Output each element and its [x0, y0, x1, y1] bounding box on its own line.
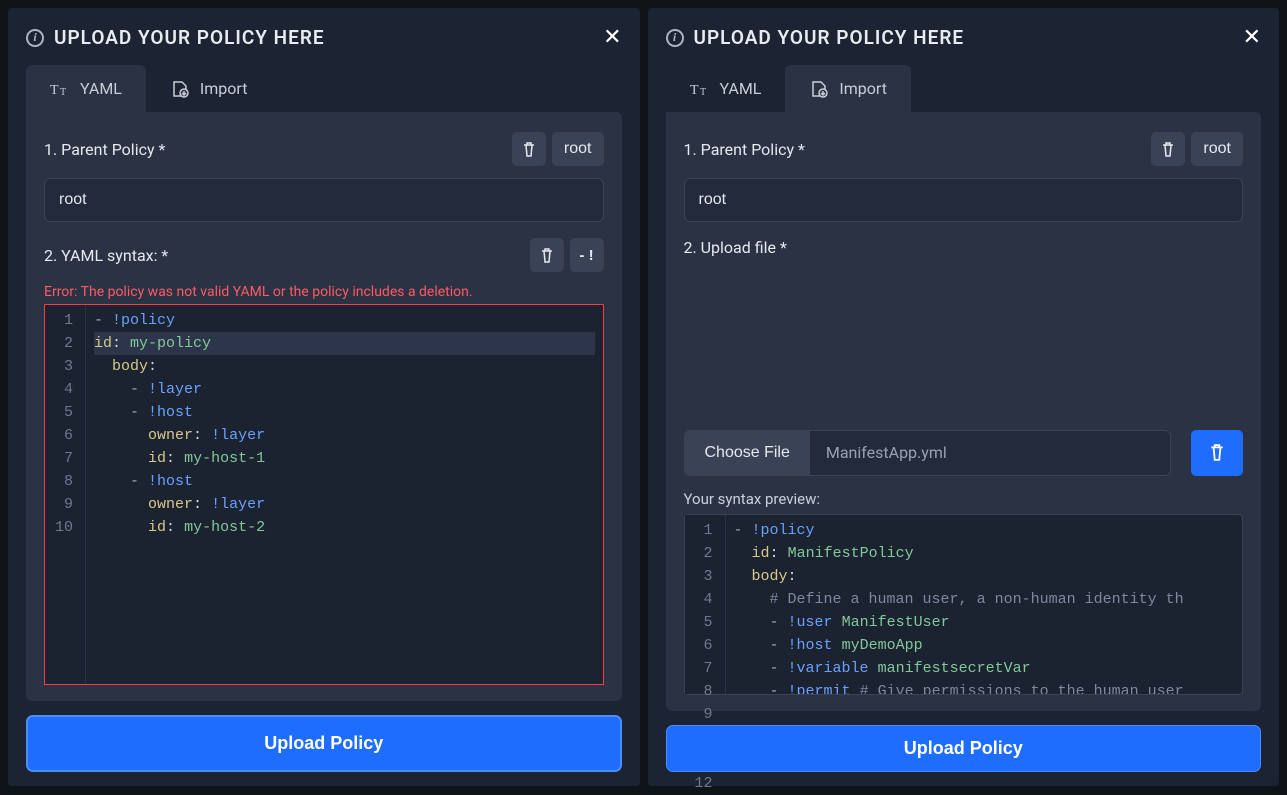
- trash-icon: [522, 142, 536, 157]
- yaml-editor[interactable]: 12345678910 - !policyid: my-policy body:…: [44, 304, 604, 685]
- upload-policy-button[interactable]: Upload Policy: [666, 725, 1262, 772]
- trash-icon: [1161, 142, 1175, 157]
- tab-content: 1. Parent Policy * root 2. YAML syntax: …: [26, 112, 622, 701]
- code-area[interactable]: - !policy id: ManifestPolicy body: # Def…: [726, 515, 1242, 695]
- tab-content: 1. Parent Policy * root 2. Upload file *…: [666, 112, 1262, 711]
- svg-text:T: T: [60, 87, 66, 97]
- text-format-icon: TT: [50, 81, 70, 97]
- tab-label: Import: [839, 79, 887, 98]
- chosen-file-name: ManifestApp.yml: [810, 431, 1170, 475]
- close-icon[interactable]: ✕: [603, 27, 621, 49]
- info-icon[interactable]: i: [666, 29, 684, 47]
- upload-file-row: Choose File ManifestApp.yml: [684, 430, 1244, 476]
- svg-text:T: T: [690, 83, 699, 97]
- line-gutter: 123456789101112: [685, 515, 726, 695]
- import-icon: [809, 80, 829, 98]
- parent-policy-row: 1. Parent Policy * root: [44, 132, 604, 166]
- parent-policy-input[interactable]: [684, 178, 1244, 222]
- trash-icon: [1209, 444, 1225, 461]
- yaml-syntax-label: 2. YAML syntax: *: [44, 246, 524, 265]
- line-gutter: 12345678910: [45, 305, 86, 684]
- tab-label: Import: [200, 79, 248, 98]
- tabs: TT YAML Import: [666, 65, 1262, 112]
- panel-import: i UPLOAD YOUR POLICY HERE ✕ TT YAML Impo…: [648, 8, 1280, 786]
- delete-file-button[interactable]: [1191, 430, 1243, 476]
- tab-label: YAML: [80, 79, 122, 98]
- error-message: Error: The policy was not valid YAML or …: [44, 284, 604, 300]
- parent-policy-label: 1. Parent Policy *: [684, 140, 1146, 159]
- panel-yaml: i UPLOAD YOUR POLICY HERE ✕ TT YAML Impo…: [8, 8, 640, 786]
- parent-policy-row: 1. Parent Policy * root: [684, 132, 1244, 166]
- tab-import[interactable]: Import: [146, 65, 272, 112]
- tab-label: YAML: [720, 79, 762, 98]
- delete-parent-button[interactable]: [1151, 132, 1185, 166]
- svg-text:T: T: [700, 87, 706, 97]
- tab-yaml[interactable]: TT YAML: [666, 65, 786, 112]
- dialog-title: UPLOAD YOUR POLICY HERE: [694, 26, 1233, 49]
- tabs: TT YAML Import: [26, 65, 622, 112]
- tab-import[interactable]: Import: [785, 65, 911, 112]
- header: i UPLOAD YOUR POLICY HERE ✕: [666, 26, 1262, 49]
- header: i UPLOAD YOUR POLICY HERE ✕: [26, 26, 622, 49]
- dialog-title: UPLOAD YOUR POLICY HERE: [54, 26, 593, 49]
- parent-policy-label: 1. Parent Policy *: [44, 140, 506, 159]
- info-icon[interactable]: i: [26, 29, 44, 47]
- delete-parent-button[interactable]: [512, 132, 546, 166]
- code-area[interactable]: - !policyid: my-policy body: - !layer - …: [86, 305, 602, 684]
- upload-file-label: 2. Upload file *: [684, 238, 1244, 418]
- import-icon: [170, 80, 190, 98]
- close-icon[interactable]: ✕: [1243, 27, 1261, 49]
- clear-editor-button[interactable]: [530, 238, 564, 272]
- parent-policy-input[interactable]: [44, 178, 604, 222]
- trash-icon: [540, 248, 554, 263]
- syntax-warning-button[interactable]: - !: [570, 238, 604, 272]
- upload-policy-button[interactable]: Upload Policy: [26, 715, 622, 772]
- root-button[interactable]: root: [552, 132, 604, 166]
- tab-yaml[interactable]: TT YAML: [26, 65, 146, 112]
- file-chooser: Choose File ManifestApp.yml: [684, 430, 1172, 476]
- syntax-preview-label: Your syntax preview:: [684, 490, 1244, 508]
- text-format-icon: TT: [690, 81, 710, 97]
- warning-icon: - !: [579, 247, 593, 264]
- choose-file-button[interactable]: Choose File: [685, 431, 810, 475]
- yaml-syntax-row: 2. YAML syntax: * - !: [44, 238, 604, 272]
- syntax-preview[interactable]: 123456789101112 - !policy id: ManifestPo…: [684, 514, 1244, 696]
- root-button[interactable]: root: [1191, 132, 1243, 166]
- svg-text:T: T: [50, 83, 59, 97]
